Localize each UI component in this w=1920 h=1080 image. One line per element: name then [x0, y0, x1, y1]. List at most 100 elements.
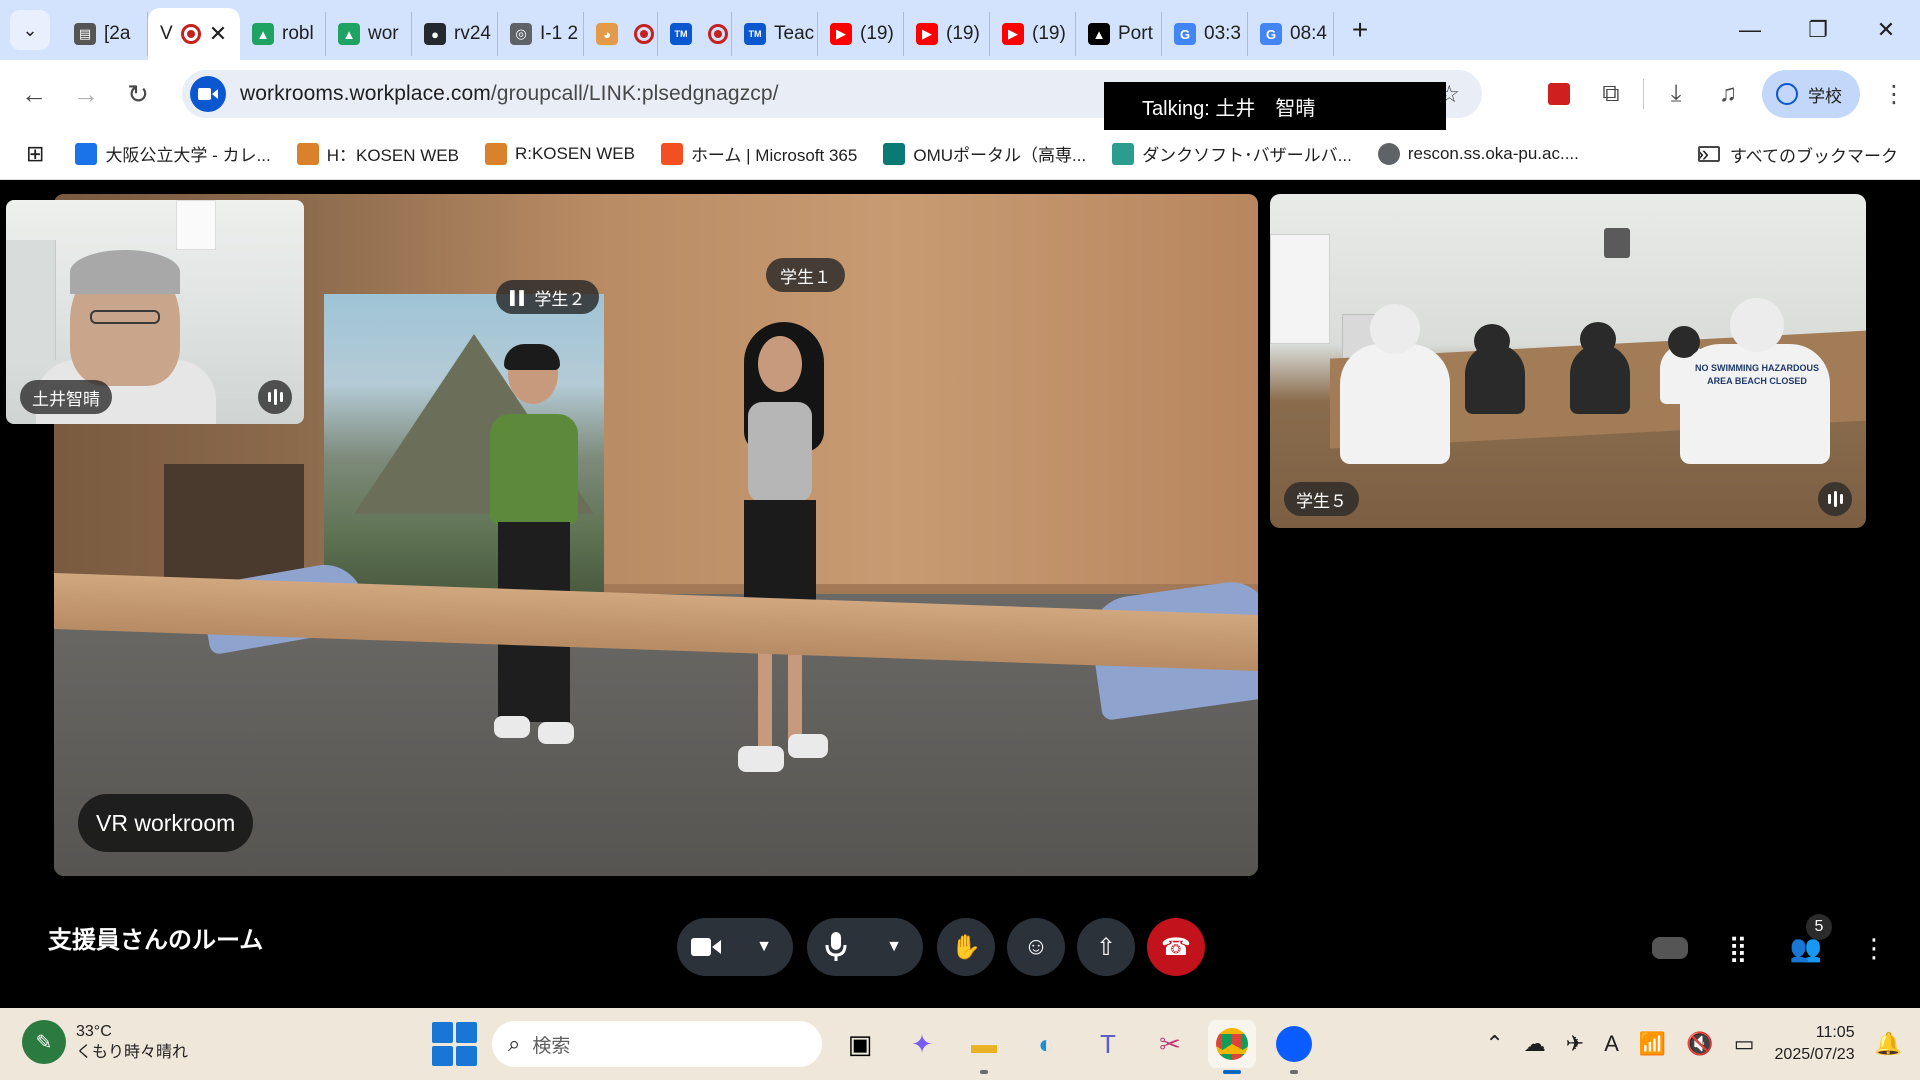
browser-tab[interactable]: ▶ (19) [990, 12, 1076, 56]
url-host: workrooms.workplace.com [240, 82, 491, 105]
browser-tab[interactable]: G 08:4 [1248, 12, 1334, 56]
phone-hangup-icon: ☎ [1161, 933, 1191, 961]
camera-options-button[interactable]: ▼ [735, 918, 793, 976]
more-options-button[interactable]: ⋮ [1854, 928, 1894, 968]
avatar-1-nametag: 学生１ [766, 258, 845, 292]
bookmark-item[interactable]: 大阪公立大学 - カレ... [62, 141, 283, 166]
reload-button[interactable]: ↻ [112, 68, 164, 120]
mic-options-button[interactable]: ▼ [865, 918, 923, 976]
building-icon [1112, 142, 1135, 165]
vr-headset-button[interactable] [1650, 928, 1690, 968]
teams-icon[interactable]: T [1084, 1020, 1132, 1068]
pip-video-tile[interactable]: 土井智晴 [6, 200, 304, 424]
browser-tab[interactable]: ● rv24 [412, 12, 498, 56]
globe-icon: ◎ [510, 23, 532, 45]
task-view-icon[interactable]: ▣ [836, 1020, 884, 1068]
raise-hand-button[interactable]: ✋ [937, 918, 995, 976]
browser-tab[interactable]: ▶ (19) [818, 12, 904, 56]
url-text[interactable]: workrooms.workplace.com/groupcall/LINK:p… [240, 82, 779, 106]
bookmark-label: 大阪公立大学 - カレ... [105, 146, 271, 165]
reload-icon: ↻ [127, 78, 149, 109]
new-tab-button[interactable]: + [1340, 14, 1380, 46]
student-head [1370, 304, 1420, 354]
browser-tab[interactable]: ◕ [584, 12, 658, 56]
youtube-icon: ▶ [830, 23, 852, 45]
browser-tab[interactable]: ▲ Port [1076, 12, 1162, 56]
bookmark-item[interactable]: rescon.ss.oka-pu.ac.... [1365, 142, 1592, 165]
chrome-icon[interactable] [1208, 1020, 1256, 1074]
taskbar-search[interactable]: ⌕ 検索 [492, 1021, 822, 1067]
volume-muted-icon[interactable]: 🔇 [1686, 1031, 1713, 1057]
copilot-icon[interactable]: ✦ [898, 1020, 946, 1068]
file-explorer-icon[interactable]: ▬ [960, 1020, 1008, 1074]
weather-text: 33°C くもり時々晴れ [76, 1021, 188, 1063]
browser-tab[interactable]: ▲ wor [326, 12, 412, 56]
downloads-icon[interactable]: ⤓ [1650, 68, 1702, 120]
bookmark-item[interactable]: OMUポータル（高専... [870, 141, 1099, 166]
site-info-icon[interactable] [190, 76, 226, 112]
browser-tab[interactable]: V ✕ [148, 8, 240, 60]
end-call-button[interactable]: ☎ [1147, 918, 1205, 976]
zoom-icon[interactable] [1270, 1020, 1318, 1074]
browser-tab[interactable]: ▶ (19) [904, 12, 990, 56]
media-control-icon[interactable]: ♫ [1702, 68, 1754, 120]
browser-tab[interactable]: ▲ robl [240, 12, 326, 56]
back-button[interactable]: ← [8, 68, 60, 120]
system-tray: ⌃ ☁ ✈ A 📶 🔇 ▭ 11:05 2025/07/23 🔔 [1485, 1008, 1902, 1080]
avatar-2-name: 学生２ [534, 289, 586, 309]
document-icon: ▤ [74, 23, 96, 45]
bookmark-item[interactable]: H：KOSEN WEB [284, 141, 472, 166]
browser-tab[interactable]: G 03:3 [1162, 12, 1248, 56]
onedrive-icon[interactable]: ☁ [1524, 1031, 1546, 1057]
start-button[interactable] [430, 1020, 478, 1068]
participants-button[interactable]: 👥 5 [1786, 914, 1832, 968]
browser-toolbar: ← → ↻ workrooms.workplace.com/groupcall/… [0, 60, 1920, 128]
wifi-icon[interactable]: 📶 [1639, 1031, 1666, 1057]
acrobat-extension-icon[interactable] [1533, 68, 1585, 120]
profile-button[interactable]: 学校 [1762, 70, 1860, 118]
apps-grid-icon[interactable]: ⊞ [0, 141, 62, 167]
ime-mic-icon[interactable]: ✈ [1566, 1031, 1584, 1057]
arrow-right-icon: → [73, 78, 99, 109]
extensions-icon[interactable]: ⧉ [1585, 68, 1637, 120]
snipping-tool-icon[interactable]: ✂ [1146, 1020, 1194, 1068]
share-icon: ⇧ [1095, 933, 1117, 961]
all-bookmarks-button[interactable]: すべてのブックマーク [1697, 128, 1898, 180]
bookmark-item[interactable]: ダンクソフト･バザールバ... [1099, 141, 1365, 166]
google-icon: G [1174, 23, 1196, 45]
avatar-2-nametag: ▌▌ 学生２ [496, 280, 600, 314]
layout-grid-button[interactable]: ⣿ [1718, 928, 1758, 968]
close-tab-icon[interactable]: ✕ [209, 21, 227, 47]
reactions-button[interactable]: ☺ [1007, 918, 1065, 976]
bookmark-label: ホーム | Microsoft 365 [690, 146, 858, 165]
microphone-button[interactable] [807, 918, 865, 976]
browser-tab[interactable]: ◎ I-1 2 [498, 12, 584, 56]
battery-icon[interactable]: ▭ [1734, 1031, 1755, 1057]
classroom-clock [1604, 228, 1630, 258]
browser-tab[interactable]: ▤ [2a [62, 12, 148, 56]
browser-tab[interactable]: TM [658, 12, 732, 56]
close-window-button[interactable]: ✕ [1852, 0, 1920, 60]
camera-button[interactable] [677, 918, 735, 976]
forward-button[interactable]: → [60, 68, 112, 120]
bookmark-item[interactable]: R:KOSEN WEB [472, 142, 648, 165]
clock[interactable]: 11:05 2025/07/23 [1775, 1022, 1855, 1066]
ime-mode-icon[interactable]: A [1604, 1031, 1619, 1057]
notification-icon[interactable]: 🔔 [1875, 1031, 1902, 1057]
tray-overflow-icon[interactable]: ⌃ [1485, 1031, 1503, 1057]
pip-glasses [90, 310, 160, 324]
restore-button[interactable]: ❐ [1784, 0, 1852, 60]
minimize-button[interactable]: — [1716, 0, 1784, 60]
browser-tab[interactable]: TM Teac [732, 12, 818, 56]
more-menu-icon[interactable]: ⋮ [1868, 68, 1920, 120]
shirt-print: NO SWIMMING HAZARDOUS AREA BEACH CLOSED [1695, 363, 1819, 386]
tab-title: 03:3 [1204, 23, 1241, 44]
bookmark-item[interactable]: ホーム | Microsoft 365 [648, 141, 870, 166]
weather-widget[interactable]: ✎ 33°C くもり時々晴れ [22, 1020, 188, 1064]
side-video-tile[interactable]: NO SWIMMING HAZARDOUS AREA BEACH CLOSED … [1270, 194, 1866, 528]
tab-search-button[interactable]: ⌄ [10, 10, 50, 50]
avatar-1-name: 学生１ [780, 267, 831, 287]
share-screen-button[interactable]: ⇧ [1077, 918, 1135, 976]
tab-title: [2a [104, 23, 131, 44]
edge-icon[interactable]: ◐ [1022, 1020, 1070, 1068]
